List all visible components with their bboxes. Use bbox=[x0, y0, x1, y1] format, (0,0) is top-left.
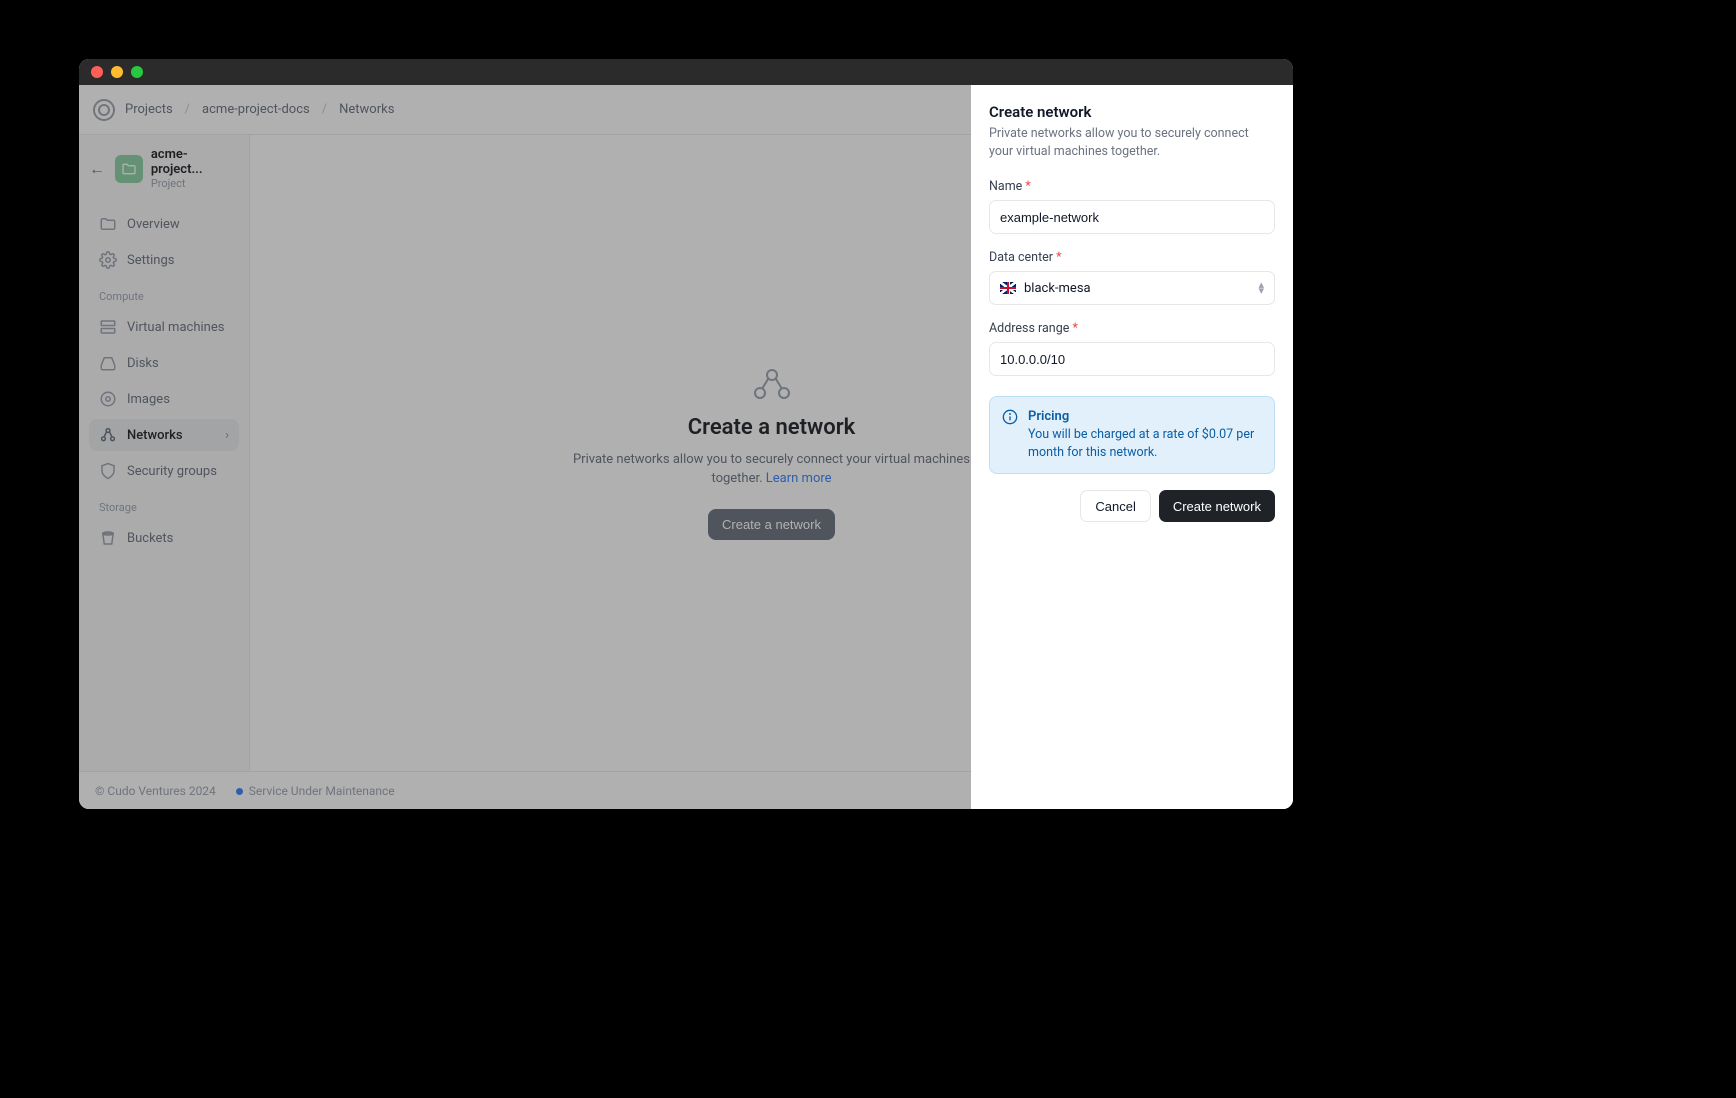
field-name: Name * bbox=[989, 179, 1275, 234]
window-minimize-button[interactable] bbox=[111, 66, 123, 78]
dc-label: Data center * bbox=[989, 250, 1275, 265]
uk-flag-icon bbox=[1000, 282, 1016, 294]
submit-button[interactable]: Create network bbox=[1159, 490, 1275, 522]
field-data-center: Data center * black-mesa ▴▾ bbox=[989, 250, 1275, 305]
range-input[interactable] bbox=[989, 342, 1275, 376]
dc-value: black-mesa bbox=[1024, 281, 1091, 296]
name-label: Name * bbox=[989, 179, 1275, 194]
field-address-range: Address range * bbox=[989, 321, 1275, 376]
modal-overlay[interactable] bbox=[79, 85, 971, 809]
range-label: Address range * bbox=[989, 321, 1275, 336]
name-input[interactable] bbox=[989, 200, 1275, 234]
cancel-button[interactable]: Cancel bbox=[1080, 490, 1150, 522]
create-network-panel: Create network Private networks allow yo… bbox=[971, 85, 1293, 809]
panel-actions: Cancel Create network bbox=[989, 490, 1275, 522]
titlebar bbox=[79, 59, 1293, 85]
window-close-button[interactable] bbox=[91, 66, 103, 78]
select-chevron-icon: ▴▾ bbox=[1258, 282, 1264, 294]
window-zoom-button[interactable] bbox=[131, 66, 143, 78]
panel-title: Create network bbox=[989, 103, 1275, 121]
info-icon bbox=[1002, 409, 1018, 425]
pricing-title: Pricing bbox=[1028, 409, 1262, 424]
pricing-text: You will be charged at a rate of $0.07 p… bbox=[1028, 426, 1262, 461]
panel-description: Private networks allow you to securely c… bbox=[989, 125, 1275, 161]
dc-select[interactable]: black-mesa ▴▾ bbox=[989, 271, 1275, 305]
pricing-infobox: Pricing You will be charged at a rate of… bbox=[989, 396, 1275, 474]
